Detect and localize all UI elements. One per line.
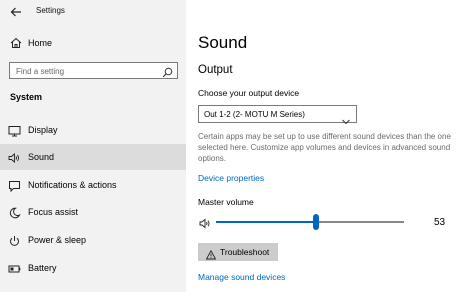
sidebar-item-label: Power & sleep: [28, 235, 87, 245]
speaker-icon[interactable]: [199, 216, 211, 229]
output-device-dropdown[interactable]: Out 1-2 (2- MOTU M Series): [198, 105, 357, 125]
page-title: Sound: [198, 33, 248, 52]
search-icon[interactable]: [162, 65, 173, 78]
output-heading: Output: [198, 64, 233, 76]
section-label-system: System: [10, 92, 43, 102]
sidebar-item-display[interactable]: Display: [0, 117, 186, 143]
master-volume-label: Master volume: [198, 197, 254, 207]
troubleshoot-label: Troubleshoot: [220, 247, 270, 257]
manage-sound-devices-link[interactable]: Manage sound devices: [198, 272, 285, 282]
chevron-down-icon: [342, 112, 350, 125]
troubleshoot-button[interactable]: Troubleshoot: [198, 243, 278, 261]
sidebar: Settings Home System Display Sound Notif…: [0, 0, 186, 292]
back-arrow-icon[interactable]: [9, 5, 23, 19]
moon-icon: [8, 206, 21, 219]
title-bar: Settings: [0, 0, 186, 24]
sidebar-item-notifications[interactable]: Notifications & actions: [0, 172, 186, 198]
app-title: Settings: [36, 6, 65, 15]
sidebar-item-label: Notifications & actions: [28, 180, 117, 190]
device-properties-link[interactable]: Device properties: [198, 173, 264, 183]
output-device-value: Out 1-2 (2- MOTU M Series): [204, 110, 305, 119]
sidebar-item-power-sleep[interactable]: Power & sleep: [0, 227, 186, 253]
sidebar-item-focus-assist[interactable]: Focus assist: [0, 199, 186, 225]
search-input[interactable]: [16, 65, 156, 77]
home-nav-item[interactable]: Home: [0, 33, 186, 53]
sidebar-item-sound[interactable]: Sound: [0, 144, 186, 170]
master-volume-value: 53: [434, 217, 446, 228]
sidebar-item-battery[interactable]: Battery: [0, 255, 186, 281]
warning-icon: [205, 247, 217, 260]
output-device-description: Certain apps may be set up to use differ…: [198, 132, 451, 163]
home-label: Home: [28, 38, 53, 48]
sidebar-item-label: Battery: [28, 263, 57, 273]
battery-icon: [8, 262, 21, 274]
display-icon: [8, 124, 21, 137]
home-icon: [10, 36, 22, 48]
search-box[interactable]: [9, 62, 178, 79]
sidebar-item-label: Display: [28, 125, 58, 135]
notification-icon: [8, 179, 21, 193]
sidebar-item-label: Sound: [28, 152, 55, 162]
slider-fill: [216, 221, 316, 223]
power-icon: [8, 234, 21, 246]
slider-thumb[interactable]: [312, 214, 319, 230]
speaker-icon: [8, 151, 21, 163]
main-content: Sound Output Choose your output device O…: [186, 0, 474, 292]
choose-output-device-label: Choose your output device: [198, 88, 300, 98]
sidebar-item-label: Focus assist: [28, 207, 79, 217]
master-volume-slider[interactable]: [216, 214, 404, 230]
